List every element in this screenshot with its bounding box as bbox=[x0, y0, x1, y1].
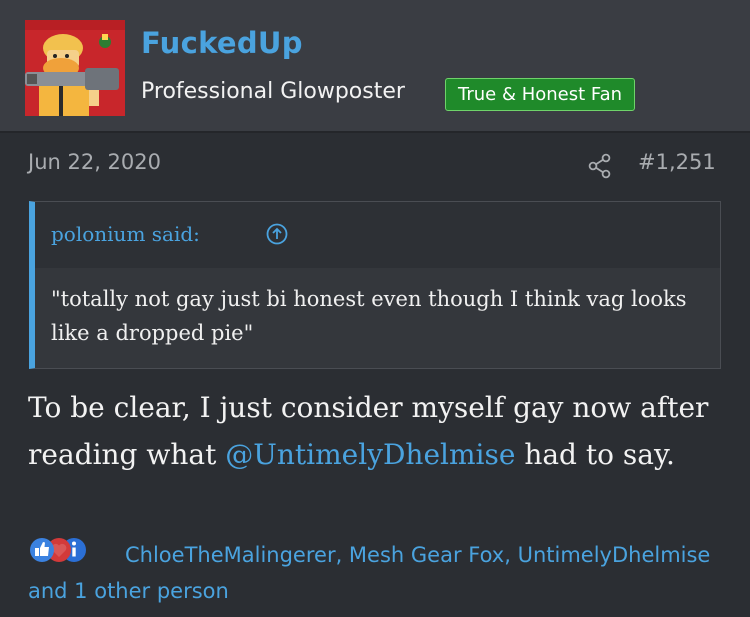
user-mention-link[interactable]: @UntimelyDhelmise bbox=[225, 438, 515, 471]
post-date[interactable]: Jun 22, 2020 bbox=[28, 150, 161, 174]
post-text-after: had to say. bbox=[515, 438, 675, 471]
username[interactable]: FuckedUp bbox=[141, 26, 303, 60]
user-avatar[interactable] bbox=[25, 20, 125, 116]
quote-block: polonium said: "totally not gay just bi … bbox=[29, 201, 721, 369]
jump-to-quote-icon[interactable] bbox=[266, 223, 288, 245]
share-icon[interactable] bbox=[587, 153, 613, 179]
quote-header: polonium said: bbox=[35, 202, 720, 268]
quote-text: "totally not gay just bi honest even tho… bbox=[51, 287, 687, 345]
user-banner-badge: True & Honest Fan bbox=[445, 78, 636, 111]
reaction-users-link[interactable]: ChloeTheMalingerer, Mesh Gear Fox, Untim… bbox=[28, 537, 728, 609]
avatar-image bbox=[25, 20, 125, 116]
header-divider bbox=[0, 131, 750, 133]
post-header: FuckedUp Professional Glowposter True & … bbox=[0, 0, 750, 131]
post-message: To be clear, I just consider myself gay … bbox=[28, 384, 728, 478]
user-title: Professional Glowposter bbox=[141, 79, 405, 104]
quote-author[interactable]: polonium said: bbox=[51, 222, 200, 246]
post-number[interactable]: #1,251 bbox=[638, 150, 716, 174]
